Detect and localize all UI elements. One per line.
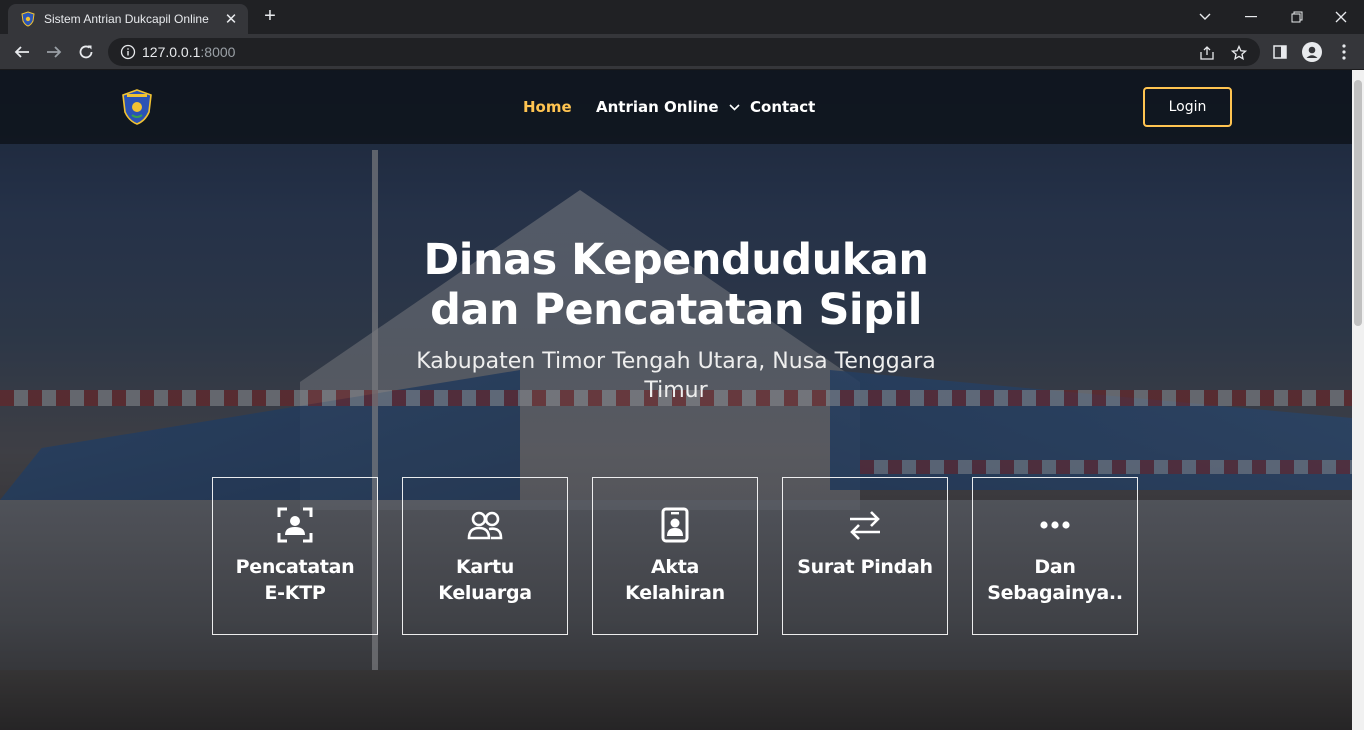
site-favicon-icon (21, 11, 35, 27)
url-port: :8000 (200, 44, 236, 60)
nav-contact[interactable]: Contact (750, 98, 815, 116)
hero-subtitle: Kabupaten Timor Tengah Utara, Nusa Tengg… (396, 347, 956, 405)
side-panel-button[interactable] (1266, 38, 1294, 66)
bookmark-star-icon[interactable] (1230, 44, 1248, 62)
reload-button[interactable] (72, 38, 100, 66)
browser-tab-bar: Sistem Antrian Dukcapil Online ✕ + (0, 0, 1364, 34)
service-box-kartu-keluarga[interactable]: Kartu Keluarga (402, 477, 568, 635)
hero-title-line-2: dan Pencatatan Sipil (430, 285, 922, 335)
tab-title: Sistem Antrian Dukcapil Online (44, 12, 209, 26)
nav-home[interactable]: Home (523, 98, 572, 116)
share-icon[interactable] (1198, 44, 1216, 62)
close-window-button[interactable] (1318, 0, 1364, 34)
hero-subtitle-line-1: Kabupaten Timor Tengah Utara, Nusa Tengg… (416, 349, 936, 374)
people-icon (466, 506, 504, 544)
login-button[interactable]: Login (1143, 87, 1232, 127)
service-label: Akta Kelahiran (625, 556, 725, 604)
site-info-icon[interactable] (120, 44, 136, 60)
page-viewport: Home Antrian Online Contact Login Dinas … (0, 70, 1352, 730)
service-box-dan-sebagainya[interactable]: Dan Sebagainya.. (972, 477, 1138, 635)
service-box-surat-pindah[interactable]: Surat Pindah (782, 477, 948, 635)
service-label: Dan Sebagainya.. (987, 556, 1123, 604)
scrollbar-thumb[interactable] (1354, 80, 1362, 326)
kebab-menu-icon (1342, 44, 1346, 60)
hero-title-line-1: Dinas Kependudukan (423, 235, 929, 285)
side-panel-icon (1273, 45, 1287, 59)
dukcapil-logo-icon[interactable] (120, 88, 154, 126)
page-scrollbar[interactable] (1352, 70, 1364, 730)
nav-antrian-online-label: Antrian Online (596, 98, 719, 116)
profile-button[interactable] (1298, 38, 1326, 66)
minimize-button[interactable] (1228, 0, 1274, 34)
address-bar[interactable]: 127.0.0.1:8000 (108, 38, 1260, 66)
chevron-down-icon (729, 104, 740, 111)
id-scan-icon (276, 506, 314, 544)
browser-menu-button[interactable] (1330, 38, 1358, 66)
restore-button[interactable] (1274, 0, 1320, 34)
more-dots-icon (1036, 506, 1074, 544)
tab-search-chevron-icon[interactable] (1182, 0, 1228, 34)
service-box-ektp[interactable]: Pencatatan E-KTP (212, 477, 378, 635)
browser-toolbar: 127.0.0.1:8000 (0, 34, 1364, 70)
forward-button[interactable] (40, 38, 68, 66)
service-label: Pencatatan E-KTP (235, 556, 355, 604)
site-header: Home Antrian Online Contact Login (0, 70, 1352, 144)
back-arrow-icon (14, 46, 29, 58)
browser-tab[interactable]: Sistem Antrian Dukcapil Online ✕ (8, 4, 248, 34)
profile-avatar-icon (1302, 42, 1322, 62)
id-badge-icon (656, 506, 694, 544)
service-box-akta-kelahiran[interactable]: Akta Kelahiran (592, 477, 758, 635)
hero-subtitle-line-2: Timur (644, 378, 708, 403)
new-tab-button[interactable]: + (259, 5, 281, 27)
back-button[interactable] (8, 38, 36, 66)
forward-arrow-icon (47, 46, 62, 58)
tab-close-icon[interactable]: ✕ (222, 10, 240, 28)
reload-icon (79, 45, 93, 59)
url-host: 127.0.0.1 (142, 44, 201, 60)
nav-antrian-online[interactable]: Antrian Online (596, 98, 740, 116)
transfer-arrows-icon (846, 506, 884, 544)
service-label: Surat Pindah (797, 556, 933, 578)
hero-title: Dinas Kependudukan dan Pencatatan Sipil (376, 235, 976, 335)
service-label: Kartu Keluarga (438, 556, 532, 604)
